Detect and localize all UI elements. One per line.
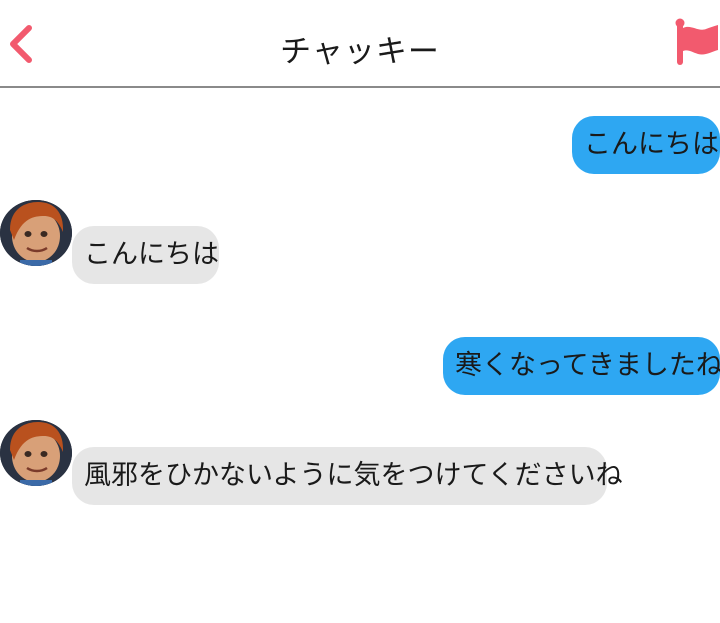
chat-header: チャッキー [0,0,720,88]
message-text: こんにちは [84,239,219,270]
chat-screen: チャッキー こんにちは こんにちは 寒くなってきましたね 風邪をひかないように気… [0,0,720,623]
sent-message-bubble[interactable]: こんにちは [572,116,720,174]
message-text: こんにちは [584,129,719,160]
message-text: 寒くなってきましたね [455,350,720,381]
avatar-image [0,200,72,266]
chat-title: チャッキー [280,34,440,70]
sent-message-bubble[interactable]: 寒くなってきましたね [443,337,720,395]
contact-avatar[interactable] [0,420,72,486]
avatar-image [0,420,72,486]
contact-avatar[interactable] [0,200,72,266]
received-message-bubble[interactable]: こんにちは [72,226,219,284]
flag-icon [675,18,718,65]
message-text: 風邪をひかないように気をつけてくださいね [84,460,623,491]
report-flag-button[interactable] [671,17,719,67]
received-message-bubble[interactable]: 風邪をひかないように気をつけてくださいね [72,447,623,505]
